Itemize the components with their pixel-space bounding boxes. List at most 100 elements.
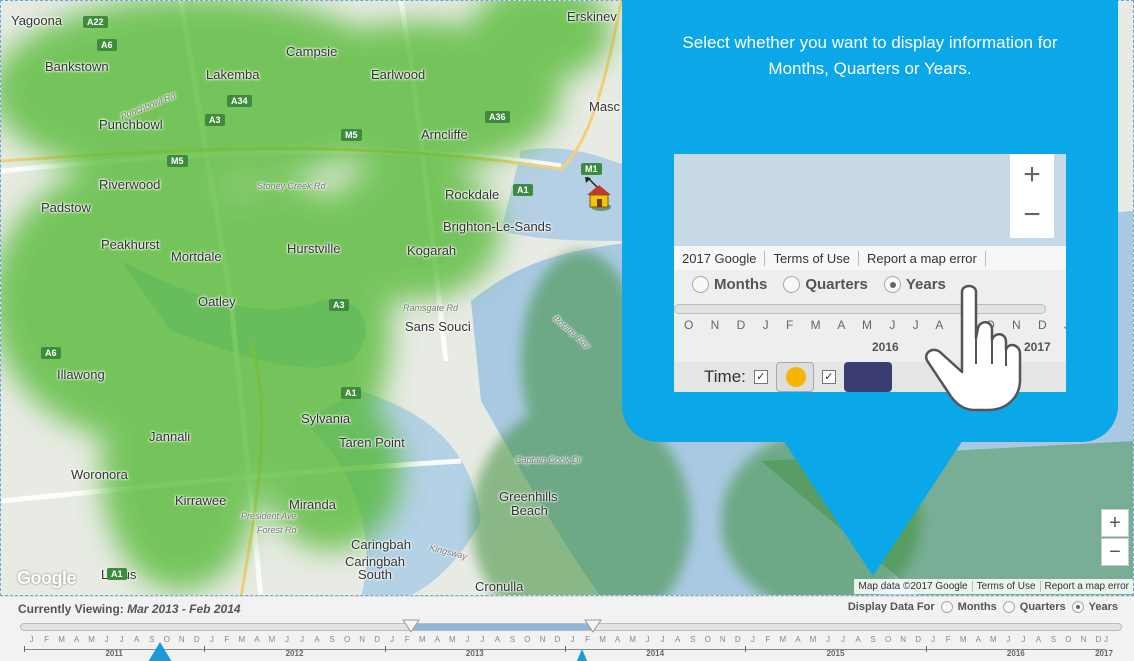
timeline-month-label: J [300,635,304,644]
timeline-month-label: J [825,635,830,644]
radio-quarters[interactable] [1002,601,1015,613]
map-data-credit: Map data ©2017 Google [858,581,968,592]
timeline-month-label: S [329,635,335,644]
timeline-month-label: F [945,635,951,644]
timeline-month-label: O [343,635,351,644]
radio-years[interactable] [1071,601,1084,613]
range-start-handle[interactable] [402,619,420,633]
place-taren-point: Taren Point [339,435,405,450]
timeline-control-panel: Currently Viewing: Mar 2013 - Feb 2014 D… [0,596,1134,661]
radio-icon [783,276,801,293]
timeline-month-label: M [989,635,997,644]
timeline-month-label: J [119,635,124,644]
road-shield: A34 [227,95,252,107]
radio-months[interactable] [940,601,953,613]
timeline-year-label: 2015 [826,649,845,658]
timeline-month-label: A [134,635,140,644]
place-rockdale: Rockdale [445,187,500,202]
timeline-month-label: F [224,635,230,644]
place-hurstville: Hurstville [287,241,341,256]
timeline-month-label: J [750,635,755,644]
pointer-arrow-icon [576,649,588,661]
place-padstow: Padstow [41,200,91,215]
zoomed-option-months: Months [692,276,767,293]
terms-of-use-link[interactable]: Terms of Use [971,581,1036,592]
home-marker-icon[interactable] [585,177,613,211]
timeline-month-label: M [779,635,787,644]
zoomed-option-quarters: Quarters [783,276,868,293]
timeline-month-label: O [524,635,531,644]
timeline-month-label: J [660,635,665,644]
radio-selected-icon [883,276,901,293]
timeline-month-label: J [284,635,289,644]
year-tick [384,646,386,652]
option-quarters[interactable]: Quarters [1002,601,1066,613]
place-sylvania: Sylvania [301,411,351,426]
year-tick [925,646,927,652]
place-caringbah: Caringbah [351,537,411,552]
place-oatley: Oatley [198,294,236,309]
timeline-year-label: 2014 [646,649,665,658]
road-shield: A3 [329,299,349,311]
timeline-year-label: 2017 [1095,649,1113,658]
timeline-month-label: O [1065,635,1072,644]
timeline-year-labels: 2011 2012 2013 2014 2015 2016 2017 [20,646,1122,660]
place-mortdale: Mortdale [171,249,222,264]
checkbox-icon: ✓ [753,370,768,384]
year-tick [24,646,25,652]
place-erskineville: Erskinev [567,9,617,24]
timeline-month-label: J [29,635,34,644]
place-bankstown: Bankstown [45,59,109,74]
report-map-error-link[interactable]: Report a map error [1039,581,1129,592]
road-shield: A36 [485,111,510,123]
timeline-month-label: S [1050,635,1057,644]
timeline-month-label: D [915,635,922,644]
timeline-month-label: F [765,635,771,644]
currently-viewing-range: Mar 2013 - Feb 2014 [127,602,241,616]
road-shield: A6 [41,347,61,359]
timeline-month-label: J [645,635,650,644]
timeline-month-label: F [404,635,410,644]
place-punchbowl: Punchbowl [99,117,163,132]
place-miranda: Miranda [289,497,336,512]
timeline-month-label: O [884,635,892,644]
timeline-month-label: A [795,635,801,644]
radio-icon [692,276,709,293]
timeline-month-label: A [314,635,320,644]
timeline-month-label: N [178,635,185,644]
map-attribution: Map data ©2017 Google Terms of Use Repor… [854,579,1133,594]
timeline-month-label: J [480,635,485,644]
timeline-month-label: J [931,635,936,644]
zoomed-credit: 2017 Google [674,250,766,266]
road-shield: A3 [205,114,225,126]
option-years[interactable]: Years [1071,601,1118,613]
year-tick [745,646,747,652]
year-tick [204,646,206,652]
timeline-month-labels: JFMAMJJASONDJFMAMJJASONDJFMAMJJASONDJFMA… [20,635,1122,647]
timeline-month-label: A [614,635,621,644]
timeline-month-label: O [704,635,711,644]
timeline-month-label: M [599,635,606,644]
currently-viewing-label: Currently Viewing: [18,602,124,616]
place-sans-souci: Sans Souci [405,319,471,334]
zoomed-report: Report a map error [859,250,986,266]
zoom-in-button[interactable]: + [1101,509,1129,537]
timeline-month-label: J [841,635,845,644]
range-end-handle[interactable] [584,619,602,633]
timeline-month-label: A [675,635,681,644]
option-months[interactable]: Months [940,601,997,613]
timeline-month-label: A [855,635,861,644]
timeline-month-label: M [809,635,817,644]
timeline-slider[interactable] [20,623,1122,631]
tooltip-callout-tail [783,440,963,576]
zoomed-attribution: 2017 Google Terms of Use Report a map er… [674,246,1066,270]
place-cronulla: Cronulla [475,579,524,594]
pointer-arrow-icon [148,642,172,661]
tooltip-text: Select whether you want to display infor… [682,33,1058,78]
place-brighton: Brighton-Le-Sands [443,219,552,234]
zoom-out-button[interactable]: − [1101,538,1129,566]
timeline-month-label: D [1095,635,1102,644]
currently-viewing: Currently Viewing: Mar 2013 - Feb 2014 [18,602,241,616]
timeline-selected-range [413,624,595,630]
road-shield: M1 [581,163,602,175]
